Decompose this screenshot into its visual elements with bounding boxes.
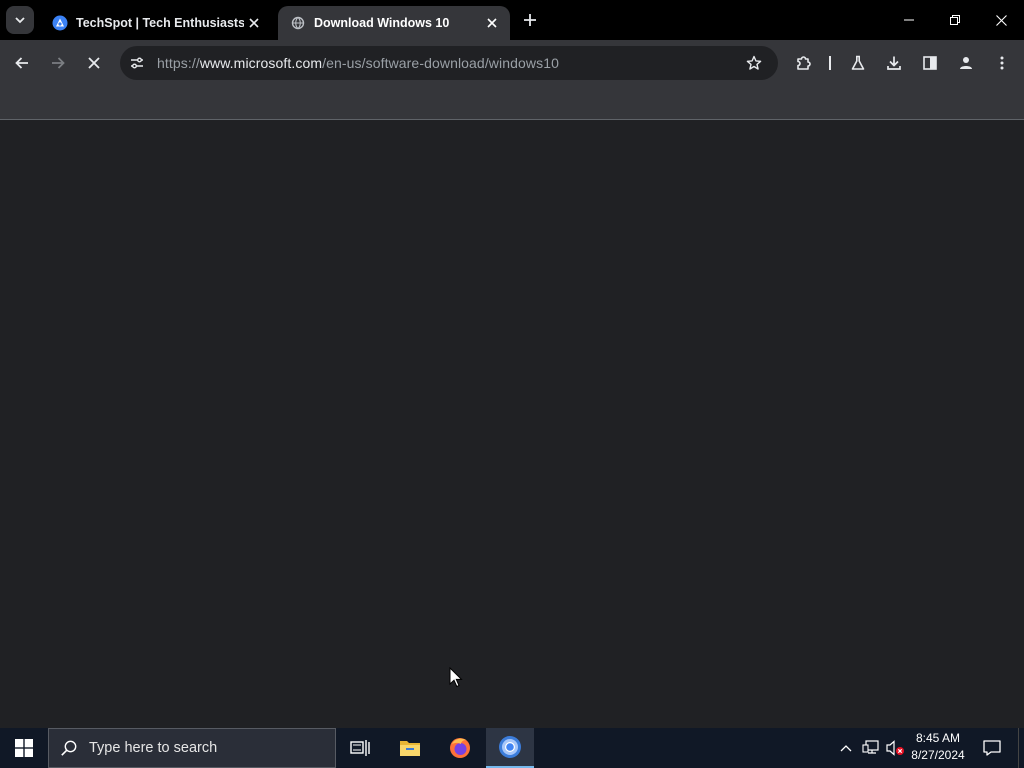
- arrow-right-icon: [52, 57, 65, 69]
- close-window-button[interactable]: [978, 0, 1024, 40]
- star-icon: [746, 55, 762, 70]
- firefox-icon: [450, 738, 470, 758]
- chevron-down-icon: [15, 17, 25, 24]
- taskbar-search-box[interactable]: Type here to search: [48, 728, 336, 768]
- toolbar-divider: [829, 56, 831, 70]
- close-icon: [487, 18, 497, 28]
- restore-button[interactable]: [932, 0, 978, 40]
- plus-icon: [524, 14, 536, 26]
- chrome-button[interactable]: [486, 728, 534, 768]
- show-desktop-button[interactable]: [1018, 728, 1024, 768]
- labs-button[interactable]: [844, 49, 872, 77]
- menu-button[interactable]: [988, 49, 1016, 77]
- bookmarks-bar: [0, 86, 1024, 120]
- arrow-left-icon: [15, 57, 28, 69]
- stop-loading-button[interactable]: [80, 49, 108, 77]
- clock-time: 8:45 AM: [915, 731, 961, 745]
- forward-button[interactable]: [44, 49, 72, 77]
- page-content: [0, 121, 1024, 728]
- tab-strip: TechSpot | Tech Enthusiasts, Power Users…: [0, 0, 1024, 40]
- file-explorer-button[interactable]: [386, 728, 434, 768]
- show-hidden-icons-button[interactable]: [836, 728, 856, 768]
- tab-title: TechSpot | Tech Enthusiasts, Power Users…: [76, 16, 244, 30]
- bookmark-star-button[interactable]: [740, 49, 768, 77]
- puzzle-icon: [797, 56, 811, 70]
- close-icon: [249, 18, 259, 28]
- tab-title: Download Windows 10: [314, 16, 450, 30]
- tab-download-windows-10[interactable]: Download Windows 10: [278, 6, 510, 40]
- task-view-button[interactable]: [336, 728, 384, 768]
- task-view-icon: [350, 740, 370, 756]
- techspot-favicon: [52, 15, 68, 31]
- profile-button[interactable]: [952, 49, 980, 77]
- folder-icon: [400, 741, 420, 756]
- tab-close-button[interactable]: [244, 13, 264, 33]
- url-scheme: https://: [157, 55, 200, 71]
- close-icon: [88, 57, 100, 69]
- downloads-button[interactable]: [880, 49, 908, 77]
- firefox-button[interactable]: [436, 728, 484, 768]
- loading-globe-favicon: [290, 15, 306, 31]
- download-icon: [887, 56, 901, 70]
- browser-toolbar: https://www.microsoft.com/en-us/software…: [0, 40, 1024, 86]
- search-icon: [49, 729, 89, 767]
- chrome-icon: [499, 736, 521, 758]
- tab-close-button[interactable]: [482, 13, 502, 33]
- back-button[interactable]: [8, 49, 36, 77]
- extensions-button[interactable]: [790, 49, 818, 77]
- clock-date: 8/27/2024: [911, 748, 965, 762]
- new-tab-button[interactable]: [518, 8, 542, 32]
- site-info-button[interactable]: [123, 49, 151, 77]
- side-panel-icon: [923, 56, 937, 70]
- person-icon: [960, 57, 972, 69]
- more-vert-icon: [1000, 56, 1004, 70]
- tune-icon: [131, 57, 143, 69]
- network-icon: [862, 740, 879, 754]
- windows-taskbar: Type here to search 8:45 AM 8/27/2024: [0, 728, 1024, 768]
- minimize-icon: [904, 19, 914, 21]
- url-host: www.microsoft.com: [199, 55, 323, 71]
- network-tray-button[interactable]: [860, 728, 882, 768]
- tab-techspot[interactable]: TechSpot | Tech Enthusiasts, Power Users…: [40, 6, 272, 40]
- close-icon: [995, 14, 1007, 26]
- restore-icon: [950, 15, 960, 25]
- flask-icon: [851, 55, 865, 70]
- url-path: /en-us/software-download/windows10: [322, 55, 559, 71]
- chevron-up-icon: [840, 745, 852, 752]
- volume-muted-icon: [886, 740, 904, 756]
- windows-logo-icon: [15, 739, 33, 757]
- url-text[interactable]: https://www.microsoft.com/en-us/software…: [157, 55, 559, 71]
- system-clock[interactable]: 8:45 AM 8/27/2024: [906, 730, 970, 766]
- notification-icon: [983, 740, 1001, 756]
- side-panel-button[interactable]: [916, 49, 944, 77]
- start-button[interactable]: [0, 728, 48, 768]
- minimize-button[interactable]: [886, 0, 932, 40]
- search-placeholder: Type here to search: [89, 740, 218, 756]
- volume-tray-button[interactable]: [884, 728, 906, 768]
- tab-search-button[interactable]: [6, 6, 34, 34]
- address-bar[interactable]: https://www.microsoft.com/en-us/software…: [120, 46, 778, 80]
- notifications-button[interactable]: [972, 728, 1012, 768]
- mouse-cursor-icon: [449, 667, 463, 688]
